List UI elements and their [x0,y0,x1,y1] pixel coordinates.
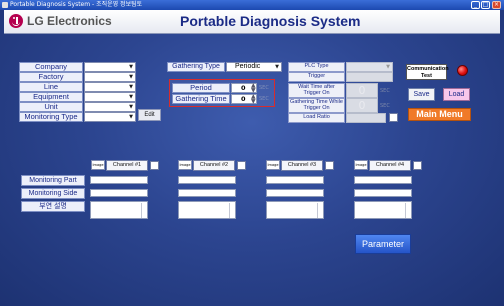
channel-1-button[interactable]: Channel #1 [106,160,148,171]
chevron-down-icon: ▼ [129,104,133,110]
window-title: Portable Diagnosis System - 조직운영 정보팀토 [10,1,143,8]
monitoring-type-label: Monitoring Type [19,112,83,122]
communication-test-button[interactable]: Communication Test [406,64,449,80]
company-select[interactable]: ▼ [84,62,136,72]
gathering-time-unit: SEC [259,96,269,102]
maximize-icon[interactable]: □ [481,1,490,9]
unit-select[interactable]: ▼ [84,102,136,112]
period-label: Period [172,83,230,93]
trigger-label: Trigger [288,72,345,82]
save-button[interactable]: Save [408,88,435,101]
wait-time-label: Wait Time after Trigger On [288,83,345,98]
channel-2-button[interactable]: Channel #2 [193,160,235,171]
monitoring-type-select[interactable]: ▼ [84,112,136,122]
lg-logo-icon [9,14,23,28]
gathering-type-label: Gathering Type [167,62,225,72]
status-indicator [457,65,468,76]
channel-3-button[interactable]: Channel #3 [281,160,323,171]
chevron-down-icon: ▼ [129,114,133,120]
channel-1-checkbox[interactable] [150,161,159,170]
page-title: Portable Diagnosis System [180,13,361,29]
wait-time-unit: SEC [380,88,390,94]
parameter-button[interactable]: Parameter [355,234,411,254]
spinner-icon[interactable]: ▲ ▼ [251,94,256,105]
channel-4-button[interactable]: Channel #4 [369,160,411,171]
channel-2-description-input[interactable] [178,201,236,219]
chevron-down-icon: ▼ [129,94,133,100]
image-icon[interactable]: Image [178,160,192,170]
channel-4-checkbox[interactable] [413,161,422,170]
plc-type-label: PLC Type [288,62,345,72]
channel-2-side-input[interactable] [178,189,236,197]
channel-3-side-input[interactable] [266,189,324,197]
chevron-down-icon: ▼ [275,64,279,70]
load-button[interactable]: Load [443,88,470,101]
load-ratio-input[interactable] [346,113,386,123]
gathering-while-trigger-label: Gathering Time While Trigger On [288,98,345,113]
trigger-field[interactable] [346,72,393,82]
scrollbar[interactable] [405,203,410,218]
brand-name: LG Electronics [27,14,112,28]
chevron-down-icon: ▼ [386,64,390,70]
load-ratio-checkbox[interactable] [389,113,398,122]
edit-button[interactable]: Edit [138,109,161,121]
chevron-down-icon: ▼ [129,74,133,80]
gathering-time-label: Gathering Time [172,94,230,104]
load-ratio-label: Load Ratio [288,113,345,123]
channel-1-description-input[interactable] [90,201,148,219]
image-icon[interactable]: Image [354,160,368,170]
gathering-while-trigger-input[interactable]: 0 [346,98,378,113]
app-header: LG Electronics Portable Diagnosis System [4,10,500,34]
gathering-type-select[interactable]: Periodic ▼ [226,62,282,72]
equipment-select[interactable]: ▼ [84,92,136,102]
main-menu-button[interactable]: Main Menu [408,108,471,121]
gathering-while-trigger-unit: SEC [380,103,390,109]
chevron-down-icon: ▼ [129,64,133,70]
channel-4-part-input[interactable] [354,176,412,184]
channel-3-description-input[interactable] [266,201,324,219]
spinner-icon[interactable]: ▲ ▼ [251,83,256,94]
channel-2-checkbox[interactable] [237,161,246,170]
channel-4-description-input[interactable] [354,201,412,219]
scrollbar[interactable] [141,203,146,218]
line-select[interactable]: ▼ [84,82,136,92]
channel-3-part-input[interactable] [266,176,324,184]
channel-1-part-input[interactable] [90,176,148,184]
image-icon[interactable]: Image [91,160,105,170]
plc-type-select[interactable]: ▼ [346,62,393,72]
equipment-label: Equipment [19,92,83,102]
image-icon[interactable]: Image [266,160,280,170]
close-icon[interactable]: × [492,1,501,9]
wait-time-input[interactable]: 0 [346,83,378,98]
window-titlebar: Portable Diagnosis System - 조직운영 정보팀토 _ … [0,0,504,10]
factory-select[interactable]: ▼ [84,72,136,82]
scrollbar[interactable] [317,203,322,218]
company-label: Company [19,62,83,72]
app-icon [2,2,8,8]
period-unit: SEC [259,85,269,91]
minimize-icon[interactable]: _ [471,1,480,9]
line-label: Line [19,82,83,92]
chevron-down-icon: ▼ [129,84,133,90]
channel-2-part-input[interactable] [178,176,236,184]
channel-4-side-input[interactable] [354,189,412,197]
monitoring-side-label: Monitoring Side [21,188,85,199]
description-label: 부연 설명 [21,201,85,212]
scrollbar[interactable] [229,203,234,218]
factory-label: Factory [19,72,83,82]
channel-3-checkbox[interactable] [325,161,334,170]
app-window: Portable Diagnosis System - 조직운영 정보팀토 _ … [0,0,504,306]
gathering-type-value: Periodic [235,63,261,70]
channel-1-side-input[interactable] [90,189,148,197]
unit-label: Unit [19,102,83,112]
monitoring-part-label: Monitoring Part [21,175,85,186]
